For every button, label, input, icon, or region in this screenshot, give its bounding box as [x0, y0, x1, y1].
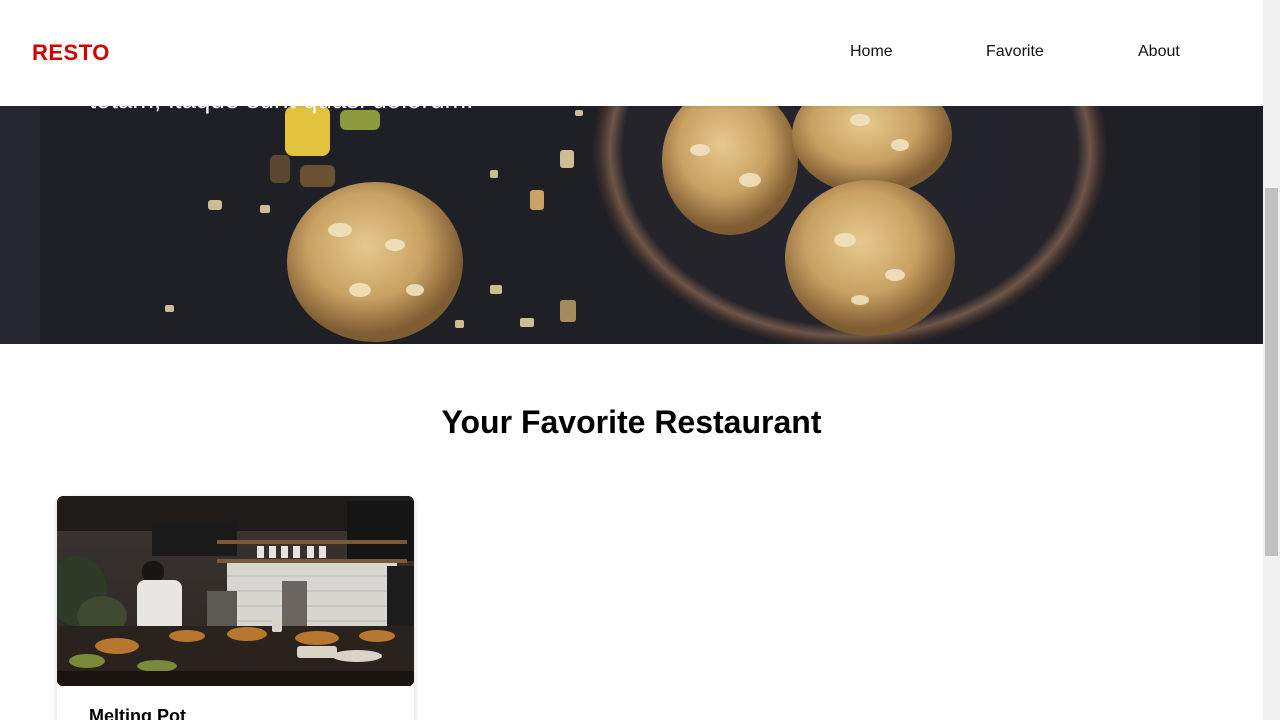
nav-link-favorite[interactable]: Favorite — [986, 43, 1044, 61]
section-title: Your Favorite Restaurant — [441, 404, 822, 440]
restaurant-image — [57, 496, 414, 686]
restaurant-name[interactable]: Melting Pot — [89, 706, 186, 720]
page-scrollbar[interactable] — [1263, 0, 1280, 720]
restaurant-photo — [57, 496, 414, 686]
nav-link-about[interactable]: About — [1138, 43, 1180, 61]
brand-logo[interactable]: RESTO — [32, 40, 110, 66]
restaurant-card[interactable]: Melting Pot — [57, 496, 414, 720]
navbar: RESTO Home Favorite About — [0, 0, 1263, 106]
nav-link-home[interactable]: Home — [850, 43, 893, 61]
scrollbar-thumb[interactable] — [1265, 188, 1278, 556]
page: totam, itaque sunt quasi dolorum. RESTO … — [0, 0, 1263, 720]
